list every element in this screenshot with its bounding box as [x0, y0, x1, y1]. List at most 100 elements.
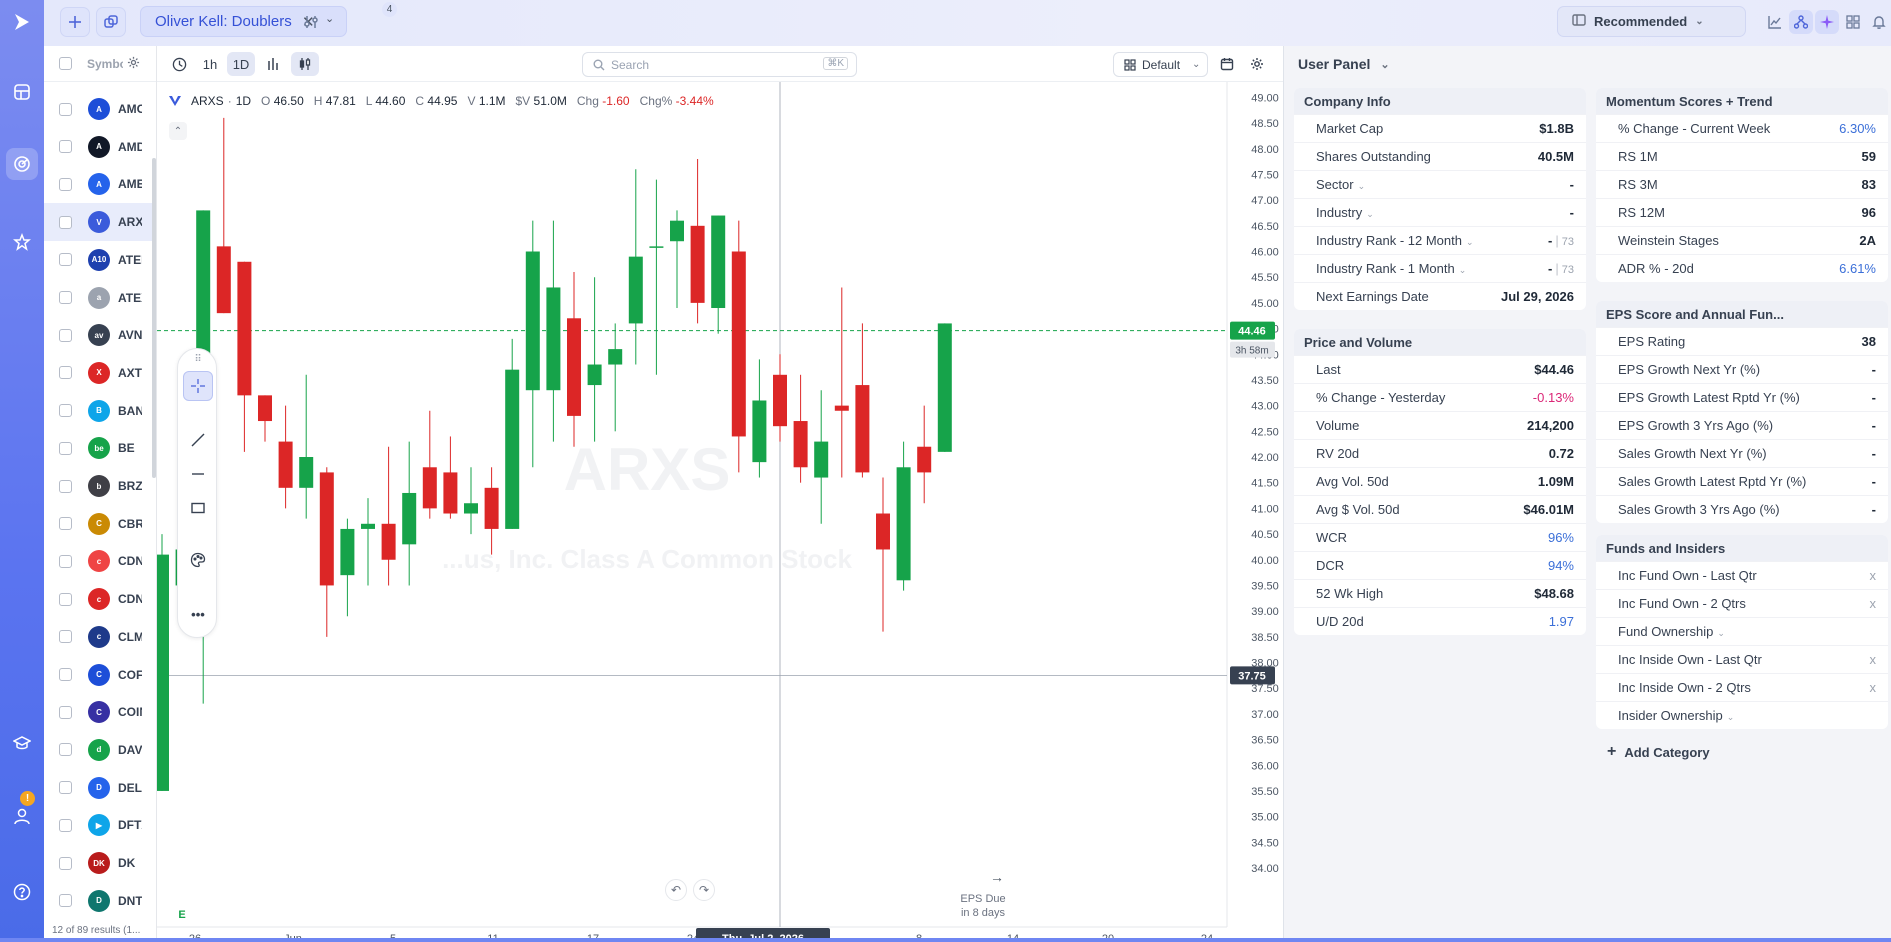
candle-body[interactable] [814, 441, 829, 478]
candle-body[interactable] [649, 246, 664, 248]
watchlist-row[interactable]: c CLMB [44, 618, 156, 656]
palette-icon[interactable] [183, 545, 213, 575]
select-all-checkbox[interactable] [59, 57, 72, 70]
candle-body[interactable] [319, 472, 334, 586]
chart-settings-icon[interactable] [1245, 52, 1269, 76]
row-checkbox[interactable] [59, 554, 72, 568]
price-chart[interactable]: ARXS...us, Inc. Class A Common Stock50.0… [157, 82, 1283, 942]
candle-body[interactable] [299, 457, 314, 488]
candle-body[interactable] [855, 385, 870, 473]
row-checkbox[interactable] [59, 291, 72, 304]
user-icon[interactable] [6, 800, 38, 832]
row-checkbox[interactable] [59, 215, 72, 229]
sparkle-icon[interactable] [1815, 10, 1839, 34]
row-checkbox[interactable] [59, 102, 72, 116]
interval-1d-button[interactable]: 1D [227, 52, 255, 76]
metric-row[interactable]: Fund Ownership ⌄ [1596, 617, 1888, 645]
row-checkbox[interactable] [59, 441, 72, 455]
chart-layout-dropdown[interactable]: Default ⌄ [1113, 52, 1208, 77]
watchlist-row[interactable]: c CDNA [44, 542, 156, 580]
candle-body[interactable] [381, 523, 396, 560]
watchlist-row[interactable]: B BAND [44, 392, 156, 430]
recommended-dropdown[interactable]: Recommended ⌄ [1557, 6, 1746, 37]
watchlist-row[interactable]: DK DK [44, 844, 156, 882]
apps-grid-icon[interactable] [1841, 10, 1865, 34]
watchlist-row[interactable]: A AMC [44, 90, 156, 128]
crosshair-tool-icon[interactable] [183, 371, 213, 401]
candle-body[interactable] [773, 374, 787, 427]
radar-icon[interactable] [6, 148, 38, 180]
metric-row[interactable]: Industry Rank - 1 Month ⌄ - | 73 [1294, 254, 1586, 282]
candle-body[interactable] [278, 441, 293, 488]
watchlist-row[interactable]: V ARXS [44, 203, 156, 242]
scanner-button[interactable] [296, 7, 326, 37]
watchlist-row[interactable]: d DAVE [44, 731, 156, 769]
row-checkbox[interactable] [59, 818, 72, 832]
watchlist-row[interactable]: A AME [44, 165, 156, 203]
candle-body[interactable] [587, 364, 602, 386]
row-checkbox[interactable] [59, 743, 72, 757]
watchlist-row[interactable]: C COFS [44, 656, 156, 694]
collapse-legend-icon[interactable]: ⌃ [169, 122, 187, 140]
watchlist-row[interactable]: D DELL [44, 769, 156, 807]
watchlist-row[interactable]: a ATEX [44, 279, 156, 317]
candle-body[interactable] [834, 405, 849, 411]
symbol-search-input[interactable]: Search ⌘K [582, 52, 857, 77]
row-checkbox[interactable] [59, 328, 72, 342]
watchlist-row[interactable]: av AVNW [44, 316, 156, 354]
row-checkbox[interactable] [59, 479, 72, 493]
candle-body[interactable] [422, 467, 437, 509]
watchlist-row[interactable]: b BRZE [44, 467, 156, 505]
row-checkbox[interactable] [59, 630, 72, 644]
row-checkbox[interactable] [59, 668, 72, 681]
interval-1h-button[interactable]: 1h [197, 52, 223, 76]
row-checkbox[interactable] [59, 177, 72, 191]
candle-body[interactable] [917, 446, 932, 473]
add-category-button[interactable]: + Add Category [1607, 744, 1710, 760]
calendar-icon[interactable] [1215, 52, 1239, 76]
candle-body[interactable] [464, 503, 478, 514]
row-checkbox[interactable] [59, 366, 72, 380]
row-checkbox[interactable] [59, 517, 72, 531]
watchlist-row[interactable]: c CDNS [44, 580, 156, 618]
candle-body[interactable] [525, 251, 540, 391]
row-checkbox[interactable] [59, 894, 72, 908]
watchlist-row[interactable]: X AXTI [44, 354, 156, 392]
row-checkbox[interactable] [59, 404, 72, 418]
app-logo-icon[interactable] [6, 6, 38, 38]
more-tools-icon[interactable]: ••• [183, 599, 213, 629]
row-checkbox[interactable] [59, 253, 72, 267]
help-icon[interactable] [6, 876, 38, 908]
candle-body[interactable] [608, 349, 623, 365]
row-checkbox[interactable] [59, 592, 72, 606]
candle-body[interactable] [443, 472, 458, 514]
chevron-down-icon[interactable]: ⌄ [325, 12, 334, 25]
star-icon[interactable] [6, 226, 38, 258]
graduation-cap-icon[interactable] [6, 727, 38, 759]
metric-value[interactable]: x [1870, 680, 1877, 695]
candle-body[interactable] [237, 261, 252, 396]
candle-body[interactable] [546, 287, 561, 391]
redo-icon[interactable]: ↷ [693, 879, 715, 901]
watchlist-row[interactable]: C CBRL [44, 505, 156, 543]
candle-body[interactable] [793, 421, 808, 468]
metric-value[interactable]: x [1870, 568, 1877, 583]
rectangle-tool-icon[interactable] [183, 493, 213, 523]
metric-row[interactable]: Industry Rank - 12 Month ⌄ - | 73 [1294, 226, 1586, 254]
metric-row[interactable]: Insider Ownership ⌄ [1596, 701, 1888, 729]
gear-icon[interactable] [127, 56, 140, 72]
candle-body[interactable] [731, 251, 746, 437]
candle-body[interactable] [361, 523, 375, 529]
eps-marker[interactable]: E [178, 909, 185, 921]
horizontal-line-icon[interactable] [183, 459, 213, 489]
candle-body[interactable] [896, 467, 911, 581]
candle-body[interactable] [567, 318, 581, 416]
candlestick-icon[interactable] [291, 52, 319, 76]
candle-body[interactable] [711, 215, 726, 309]
candle-body[interactable] [670, 220, 684, 242]
undo-icon[interactable]: ↶ [665, 879, 687, 901]
link-icon[interactable] [96, 7, 126, 37]
candle-body[interactable] [752, 400, 767, 463]
grid-icon[interactable] [6, 76, 38, 108]
trend-line-icon[interactable] [183, 425, 213, 455]
